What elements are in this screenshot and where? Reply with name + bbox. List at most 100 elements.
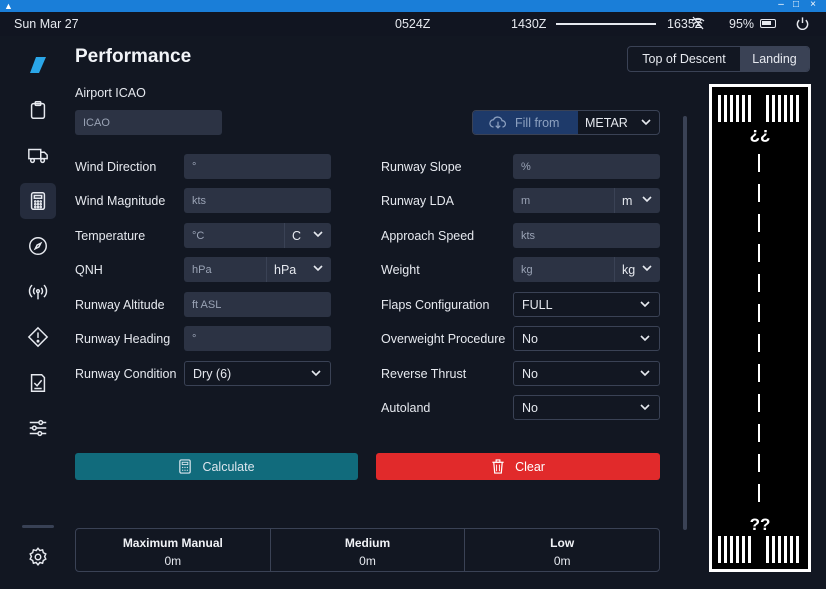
clipboard-icon[interactable] — [20, 92, 56, 128]
runway-lda-unit-select[interactable]: m — [614, 188, 660, 213]
weight-unit-select[interactable]: kg — [614, 257, 660, 282]
reverse-thrust-label: Reverse Thrust — [381, 367, 467, 381]
qnh-input[interactable]: hPa hPa — [184, 257, 331, 282]
qnh-unit-select[interactable]: hPa — [266, 257, 331, 282]
scrollbar[interactable] — [683, 116, 687, 530]
calculate-label: Calculate — [202, 459, 255, 474]
antenna-icon[interactable] — [20, 274, 56, 310]
temperature-label: Temperature — [75, 229, 146, 243]
result-medium: Medium 0m — [271, 529, 466, 571]
zulu-time: 0524Z — [395, 17, 431, 31]
fill-from-button[interactable]: Fill from — [473, 111, 578, 134]
approach-speed-input[interactable]: kts — [513, 223, 660, 248]
overweight-procedure-label: Overweight Procedure — [381, 332, 506, 346]
status-bar: Sun Mar 27 0524Z 1430Z 1635Z 95% — [0, 12, 826, 36]
runway-markings — [718, 95, 799, 563]
landing-distance-results: Maximum Manual 0m Medium 0m Low 0m — [75, 528, 660, 572]
result-label: Maximum Manual — [122, 536, 223, 550]
status-date: Sun Mar 27 — [14, 17, 79, 31]
fill-from-label: Fill from — [515, 115, 560, 130]
settings-icon[interactable] — [20, 539, 56, 575]
flaps-configuration-select[interactable]: FULL — [513, 292, 660, 317]
result-value: 0m — [553, 554, 571, 568]
wind-magnitude-input[interactable]: kts — [184, 188, 331, 213]
temperature-placeholder: °C — [192, 229, 205, 242]
weight-unit-value: kg — [622, 262, 636, 277]
clear-label: Clear — [515, 459, 545, 474]
flight-progress-line — [556, 23, 656, 25]
result-label: Medium — [344, 536, 391, 550]
departure-time: 1430Z — [511, 17, 547, 31]
runway-altitude-label: Runway Altitude — [75, 298, 165, 312]
airport-icao-input[interactable]: ICAO — [75, 110, 222, 135]
runway-condition-value: Dry (6) — [193, 366, 232, 381]
runway-heading-label: Runway Heading — [75, 332, 171, 346]
runway-lda-unit-value: m — [622, 193, 633, 208]
calculate-button[interactable]: Calculate — [75, 453, 358, 480]
fill-source-value: METAR — [585, 115, 628, 130]
reverse-thrust-value: No — [522, 366, 538, 381]
qnh-placeholder: hPa — [192, 263, 212, 276]
result-label: Low — [550, 536, 575, 550]
compass-icon[interactable] — [20, 228, 56, 264]
chevron-down-icon — [640, 301, 650, 308]
page-title: Performance — [75, 46, 192, 67]
wind-direction-input[interactable]: ° — [184, 154, 331, 179]
runway-designator-bottom: ?? — [749, 515, 771, 534]
sliders-icon[interactable] — [20, 410, 56, 446]
chevron-down-icon — [642, 196, 652, 203]
weight-placeholder: kg — [521, 263, 533, 276]
runway-slope-input[interactable]: % — [513, 154, 660, 179]
runway-heading-input[interactable]: ° — [184, 326, 331, 351]
temperature-input[interactable]: °C C — [184, 223, 331, 248]
chevron-down-icon — [640, 404, 650, 411]
runway-lda-placeholder: m — [521, 194, 531, 207]
fill-source-select[interactable]: METAR — [578, 111, 659, 134]
chevron-down-icon — [640, 370, 650, 377]
tab-top-of-descent[interactable]: Top of Descent — [628, 47, 740, 71]
checklist-icon[interactable] — [20, 365, 56, 401]
runway-condition-select[interactable]: Dry (6) — [184, 361, 331, 386]
warning-icon[interactable] — [20, 319, 56, 355]
app-logo-icon[interactable] — [20, 47, 56, 83]
sidebar-divider — [22, 525, 54, 528]
result-low: Low 0m — [465, 529, 659, 571]
clear-button[interactable]: Clear — [376, 453, 660, 480]
calculator-icon — [179, 459, 192, 474]
runway-altitude-input[interactable]: ft ASL — [184, 292, 331, 317]
maximize-icon[interactable]: □ — [789, 0, 803, 10]
runway-lda-input[interactable]: m m — [513, 188, 660, 213]
fill-from-group: Fill from METAR — [472, 110, 660, 135]
reverse-thrust-select[interactable]: No — [513, 361, 660, 386]
overweight-procedure-select[interactable]: No — [513, 326, 660, 351]
cloud-download-icon — [489, 116, 507, 129]
flaps-configuration-value: FULL — [522, 297, 553, 312]
temperature-unit-select[interactable]: C — [284, 223, 331, 248]
calculator-icon[interactable] — [20, 183, 56, 219]
result-value: 0m — [359, 554, 376, 568]
chevron-down-icon — [642, 265, 652, 272]
result-value: 0m — [164, 554, 182, 568]
tab-landing[interactable]: Landing — [740, 47, 809, 71]
wifi-off-icon — [690, 15, 706, 34]
power-icon[interactable] — [795, 16, 810, 34]
airport-icao-label: Airport ICAO — [75, 86, 146, 100]
sidebar — [0, 36, 75, 589]
weight-input[interactable]: kg kg — [513, 257, 660, 282]
approach-speed-label: Approach Speed — [381, 229, 475, 243]
window-titlebar: ▲ – □ × — [0, 0, 826, 12]
wind-direction-label: Wind Direction — [75, 160, 157, 174]
flaps-configuration-label: Flaps Configuration — [381, 298, 490, 312]
runway-designator-top: ¿¿ — [749, 124, 771, 143]
runway-condition-label: Runway Condition — [75, 367, 177, 381]
truck-icon[interactable] — [20, 137, 56, 173]
close-window-icon[interactable]: × — [806, 0, 820, 10]
qnh-label: QNH — [75, 263, 103, 277]
result-maximum-manual: Maximum Manual 0m — [76, 529, 271, 571]
minimize-icon[interactable]: – — [774, 0, 788, 10]
runway-diagram: ¿¿ ?? — [709, 84, 811, 572]
temperature-unit-value: C — [292, 228, 302, 243]
runway-slope-label: Runway Slope — [381, 160, 462, 174]
autoland-select[interactable]: No — [513, 395, 660, 420]
trash-icon — [492, 459, 504, 474]
